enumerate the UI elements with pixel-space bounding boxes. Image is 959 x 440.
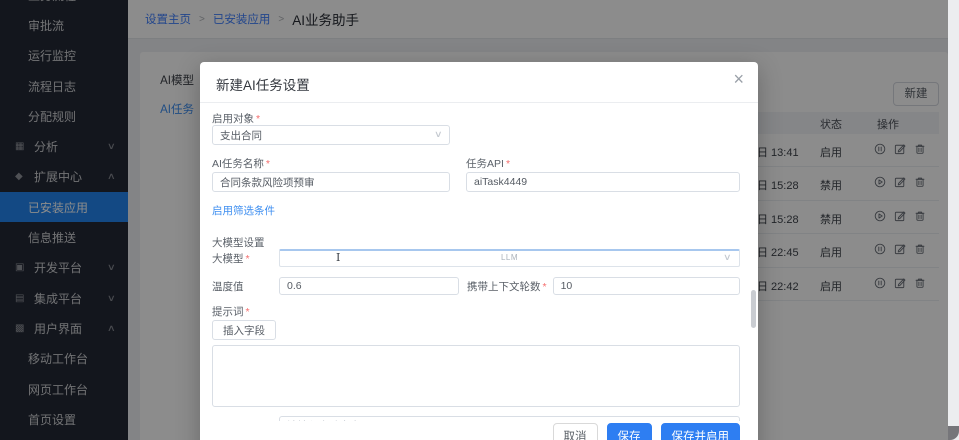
model-row: 大模型* I LLM ∨ bbox=[212, 249, 740, 267]
name-api-row: AI任务名称* 任务API* bbox=[212, 154, 740, 192]
app-window: 业务流程审批流运行监控流程日志分配规则▦分析∨◆扩展中心∧已安装应用信息推送▣开… bbox=[0, 0, 959, 440]
page-scrollbar[interactable] bbox=[948, 0, 959, 440]
dialog-body: 启用对象* 支出合同 ∨ AI任务名称* 任务API* bbox=[200, 103, 758, 436]
dialog-footer: 取消 保存 保存并启用 bbox=[200, 421, 758, 440]
window-corner bbox=[948, 426, 959, 440]
prompt-label: 提示词* bbox=[212, 304, 740, 318]
context-rounds-input[interactable] bbox=[553, 277, 740, 295]
task-api-input[interactable] bbox=[466, 172, 740, 192]
model-select[interactable]: I LLM ∨ bbox=[279, 249, 740, 267]
task-name-label: AI任务名称* bbox=[212, 156, 450, 170]
modal-scrollbar-thumb[interactable] bbox=[751, 290, 756, 328]
close-icon[interactable]: × bbox=[733, 70, 744, 88]
task-api-label: 任务API* bbox=[466, 156, 740, 170]
model-section-label: 大模型设置 bbox=[212, 235, 740, 249]
model-select-clipped-value: LLM bbox=[280, 254, 739, 262]
enable-filter-link[interactable]: 启用筛选条件 bbox=[212, 203, 740, 217]
context-rounds-label: 携带上下文轮数* bbox=[467, 279, 547, 294]
required-asterisk: * bbox=[506, 158, 510, 170]
cancel-button[interactable]: 取消 bbox=[553, 423, 598, 440]
dialog-header: 新建AI任务设置 × bbox=[200, 62, 758, 103]
enable-object-value: 支出合同 bbox=[220, 128, 262, 143]
required-asterisk: * bbox=[266, 158, 270, 170]
temperature-input[interactable] bbox=[279, 277, 459, 295]
required-asterisk: * bbox=[543, 281, 547, 293]
required-asterisk: * bbox=[256, 113, 260, 125]
enable-object-label: 启用对象* bbox=[212, 111, 740, 125]
save-button[interactable]: 保存 bbox=[607, 423, 652, 440]
model-label: 大模型* bbox=[212, 251, 279, 266]
dialog-title: 新建AI任务设置 bbox=[216, 74, 310, 94]
new-ai-task-dialog: 新建AI任务设置 × 启用对象* 支出合同 ∨ AI任务名称* bbox=[200, 62, 758, 440]
required-asterisk: * bbox=[246, 253, 250, 265]
task-name-input[interactable] bbox=[212, 172, 450, 192]
chevron-down-icon: ∨ bbox=[723, 252, 732, 263]
save-and-enable-button[interactable]: 保存并启用 bbox=[661, 423, 741, 440]
temperature-row: 温度值 携带上下文轮数* bbox=[212, 277, 740, 295]
insert-field-button[interactable]: 插入字段 bbox=[212, 320, 276, 340]
enable-object-select[interactable]: 支出合同 ∨ bbox=[212, 125, 450, 145]
chevron-down-icon: ∨ bbox=[434, 129, 443, 140]
required-asterisk: * bbox=[246, 306, 250, 318]
prompt-textarea[interactable] bbox=[212, 345, 740, 407]
temperature-label: 温度值 bbox=[212, 279, 279, 294]
